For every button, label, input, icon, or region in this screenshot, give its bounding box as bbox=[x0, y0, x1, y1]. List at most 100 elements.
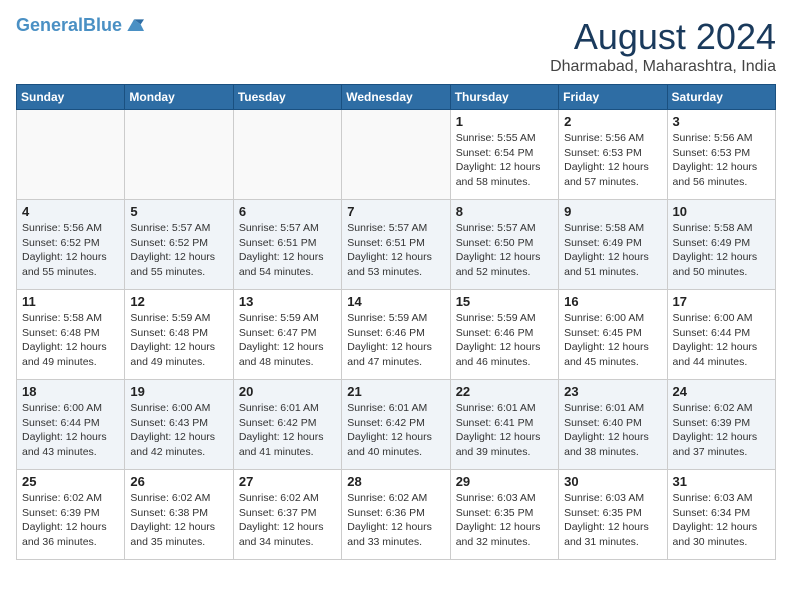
calendar-cell: 9 Sunrise: 5:58 AM Sunset: 6:49 PM Daylig… bbox=[559, 200, 667, 290]
calendar-cell: 30 Sunrise: 6:03 AM Sunset: 6:35 PM Dayli… bbox=[559, 470, 667, 560]
logo-text: GeneralBlue bbox=[16, 16, 122, 36]
day-number: 15 bbox=[456, 294, 553, 309]
day-info: Sunrise: 5:56 AM Sunset: 6:53 PM Dayligh… bbox=[564, 131, 661, 190]
calendar-cell: 5Sunrise: 5:57 AM Sunset: 6:52 PM Daylig… bbox=[125, 200, 233, 290]
day-info: Sunrise: 6:00 AM Sunset: 6:44 PM Dayligh… bbox=[673, 311, 770, 370]
calendar-cell: 7 Sunrise: 5:57 AM Sunset: 6:51 PM Daylig… bbox=[342, 200, 450, 290]
day-info: Sunrise: 5:59 AM Sunset: 6:48 PM Dayligh… bbox=[130, 311, 227, 370]
calendar-cell: 11 Sunrise: 5:58 AM Sunset: 6:48 PM Dayli… bbox=[17, 290, 125, 380]
day-number: 9 bbox=[564, 204, 661, 219]
calendar-cell bbox=[17, 110, 125, 200]
calendar-week-4: 18Sunrise: 6:00 AM Sunset: 6:44 PM Dayli… bbox=[17, 380, 776, 470]
calendar-cell: 3 Sunrise: 5:56 AM Sunset: 6:53 PM Daylig… bbox=[667, 110, 775, 200]
day-number: 2 bbox=[564, 114, 661, 129]
day-info: Sunrise: 5:58 AM Sunset: 6:49 PM Dayligh… bbox=[564, 221, 661, 280]
day-info: Sunrise: 6:02 AM Sunset: 6:36 PM Dayligh… bbox=[347, 491, 444, 550]
weekday-header-friday: Friday bbox=[559, 85, 667, 110]
day-number: 19 bbox=[130, 384, 227, 399]
calendar-subtitle: Dharmabad, Maharashtra, India bbox=[550, 58, 776, 76]
day-info: Sunrise: 6:02 AM Sunset: 6:37 PM Dayligh… bbox=[239, 491, 336, 550]
day-info: Sunrise: 5:58 AM Sunset: 6:49 PM Dayligh… bbox=[673, 221, 770, 280]
calendar-cell: 19Sunrise: 6:00 AM Sunset: 6:43 PM Dayli… bbox=[125, 380, 233, 470]
day-number: 29 bbox=[456, 474, 553, 489]
calendar-cell: 16 Sunrise: 6:00 AM Sunset: 6:45 PM Dayli… bbox=[559, 290, 667, 380]
day-info: Sunrise: 5:57 AM Sunset: 6:51 PM Dayligh… bbox=[347, 221, 444, 280]
calendar-cell bbox=[233, 110, 341, 200]
weekday-header-monday: Monday bbox=[125, 85, 233, 110]
day-info: Sunrise: 6:02 AM Sunset: 6:39 PM Dayligh… bbox=[673, 401, 770, 460]
day-number: 21 bbox=[347, 384, 444, 399]
day-info: Sunrise: 5:58 AM Sunset: 6:48 PM Dayligh… bbox=[22, 311, 119, 370]
day-info: Sunrise: 5:59 AM Sunset: 6:47 PM Dayligh… bbox=[239, 311, 336, 370]
day-number: 11 bbox=[22, 294, 119, 309]
day-number: 25 bbox=[22, 474, 119, 489]
calendar-title: August 2024 bbox=[550, 16, 776, 58]
day-info: Sunrise: 5:56 AM Sunset: 6:52 PM Dayligh… bbox=[22, 221, 119, 280]
calendar-cell: 26Sunrise: 6:02 AM Sunset: 6:38 PM Dayli… bbox=[125, 470, 233, 560]
day-number: 3 bbox=[673, 114, 770, 129]
day-info: Sunrise: 6:03 AM Sunset: 6:35 PM Dayligh… bbox=[564, 491, 661, 550]
calendar-header: SundayMondayTuesdayWednesdayThursdayFrid… bbox=[17, 85, 776, 110]
calendar-cell: 15Sunrise: 5:59 AM Sunset: 6:46 PM Dayli… bbox=[450, 290, 558, 380]
day-info: Sunrise: 6:00 AM Sunset: 6:45 PM Dayligh… bbox=[564, 311, 661, 370]
weekday-header-thursday: Thursday bbox=[450, 85, 558, 110]
day-number: 23 bbox=[564, 384, 661, 399]
day-number: 8 bbox=[456, 204, 553, 219]
calendar-week-2: 4 Sunrise: 5:56 AM Sunset: 6:52 PM Daylig… bbox=[17, 200, 776, 290]
calendar-cell: 4 Sunrise: 5:56 AM Sunset: 6:52 PM Daylig… bbox=[17, 200, 125, 290]
day-number: 1 bbox=[456, 114, 553, 129]
page-header: GeneralBlue August 2024 Dharmabad, Mahar… bbox=[16, 16, 776, 76]
day-info: Sunrise: 6:03 AM Sunset: 6:35 PM Dayligh… bbox=[456, 491, 553, 550]
calendar-cell: 12 Sunrise: 5:59 AM Sunset: 6:48 PM Dayli… bbox=[125, 290, 233, 380]
day-number: 4 bbox=[22, 204, 119, 219]
calendar-cell: 20Sunrise: 6:01 AM Sunset: 6:42 PM Dayli… bbox=[233, 380, 341, 470]
day-number: 28 bbox=[347, 474, 444, 489]
logo: GeneralBlue bbox=[16, 16, 144, 36]
calendar-cell: 8Sunrise: 5:57 AM Sunset: 6:50 PM Daylig… bbox=[450, 200, 558, 290]
calendar-cell: 23 Sunrise: 6:01 AM Sunset: 6:40 PM Dayli… bbox=[559, 380, 667, 470]
day-number: 7 bbox=[347, 204, 444, 219]
calendar-cell: 29 Sunrise: 6:03 AM Sunset: 6:35 PM Dayli… bbox=[450, 470, 558, 560]
calendar-cell: 31 Sunrise: 6:03 AM Sunset: 6:34 PM Dayli… bbox=[667, 470, 775, 560]
calendar-cell: 17Sunrise: 6:00 AM Sunset: 6:44 PM Dayli… bbox=[667, 290, 775, 380]
calendar-week-3: 11 Sunrise: 5:58 AM Sunset: 6:48 PM Dayli… bbox=[17, 290, 776, 380]
day-number: 10 bbox=[673, 204, 770, 219]
day-number: 14 bbox=[347, 294, 444, 309]
day-info: Sunrise: 6:01 AM Sunset: 6:41 PM Dayligh… bbox=[456, 401, 553, 460]
calendar-cell: 14 Sunrise: 5:59 AM Sunset: 6:46 PM Dayli… bbox=[342, 290, 450, 380]
day-info: Sunrise: 5:55 AM Sunset: 6:54 PM Dayligh… bbox=[456, 131, 553, 190]
calendar-cell: 18Sunrise: 6:00 AM Sunset: 6:44 PM Dayli… bbox=[17, 380, 125, 470]
calendar-cell bbox=[125, 110, 233, 200]
day-info: Sunrise: 6:02 AM Sunset: 6:39 PM Dayligh… bbox=[22, 491, 119, 550]
calendar-cell: 28 Sunrise: 6:02 AM Sunset: 6:36 PM Dayli… bbox=[342, 470, 450, 560]
day-number: 5 bbox=[130, 204, 227, 219]
day-info: Sunrise: 5:56 AM Sunset: 6:53 PM Dayligh… bbox=[673, 131, 770, 190]
calendar-cell: 27 Sunrise: 6:02 AM Sunset: 6:37 PM Dayli… bbox=[233, 470, 341, 560]
calendar-cell: 22Sunrise: 6:01 AM Sunset: 6:41 PM Dayli… bbox=[450, 380, 558, 470]
day-info: Sunrise: 6:03 AM Sunset: 6:34 PM Dayligh… bbox=[673, 491, 770, 550]
day-info: Sunrise: 6:00 AM Sunset: 6:44 PM Dayligh… bbox=[22, 401, 119, 460]
day-info: Sunrise: 5:59 AM Sunset: 6:46 PM Dayligh… bbox=[347, 311, 444, 370]
logo-icon bbox=[124, 16, 144, 36]
calendar-cell: 10 Sunrise: 5:58 AM Sunset: 6:49 PM Dayli… bbox=[667, 200, 775, 290]
day-number: 16 bbox=[564, 294, 661, 309]
calendar-cell: 2 Sunrise: 5:56 AM Sunset: 6:53 PM Daylig… bbox=[559, 110, 667, 200]
day-number: 30 bbox=[564, 474, 661, 489]
day-number: 26 bbox=[130, 474, 227, 489]
day-number: 13 bbox=[239, 294, 336, 309]
calendar-table: SundayMondayTuesdayWednesdayThursdayFrid… bbox=[16, 84, 776, 560]
day-number: 6 bbox=[239, 204, 336, 219]
day-info: Sunrise: 5:57 AM Sunset: 6:51 PM Dayligh… bbox=[239, 221, 336, 280]
calendar-week-1: 1 Sunrise: 5:55 AM Sunset: 6:54 PM Daylig… bbox=[17, 110, 776, 200]
calendar-week-5: 25 Sunrise: 6:02 AM Sunset: 6:39 PM Dayli… bbox=[17, 470, 776, 560]
title-block: August 2024 Dharmabad, Maharashtra, Indi… bbox=[550, 16, 776, 76]
day-number: 31 bbox=[673, 474, 770, 489]
weekday-header-sunday: Sunday bbox=[17, 85, 125, 110]
day-number: 27 bbox=[239, 474, 336, 489]
calendar-cell: 21Sunrise: 6:01 AM Sunset: 6:42 PM Dayli… bbox=[342, 380, 450, 470]
calendar-cell: 25 Sunrise: 6:02 AM Sunset: 6:39 PM Dayli… bbox=[17, 470, 125, 560]
day-number: 12 bbox=[130, 294, 227, 309]
day-info: Sunrise: 6:01 AM Sunset: 6:40 PM Dayligh… bbox=[564, 401, 661, 460]
weekday-header-tuesday: Tuesday bbox=[233, 85, 341, 110]
weekday-row: SundayMondayTuesdayWednesdayThursdayFrid… bbox=[17, 85, 776, 110]
